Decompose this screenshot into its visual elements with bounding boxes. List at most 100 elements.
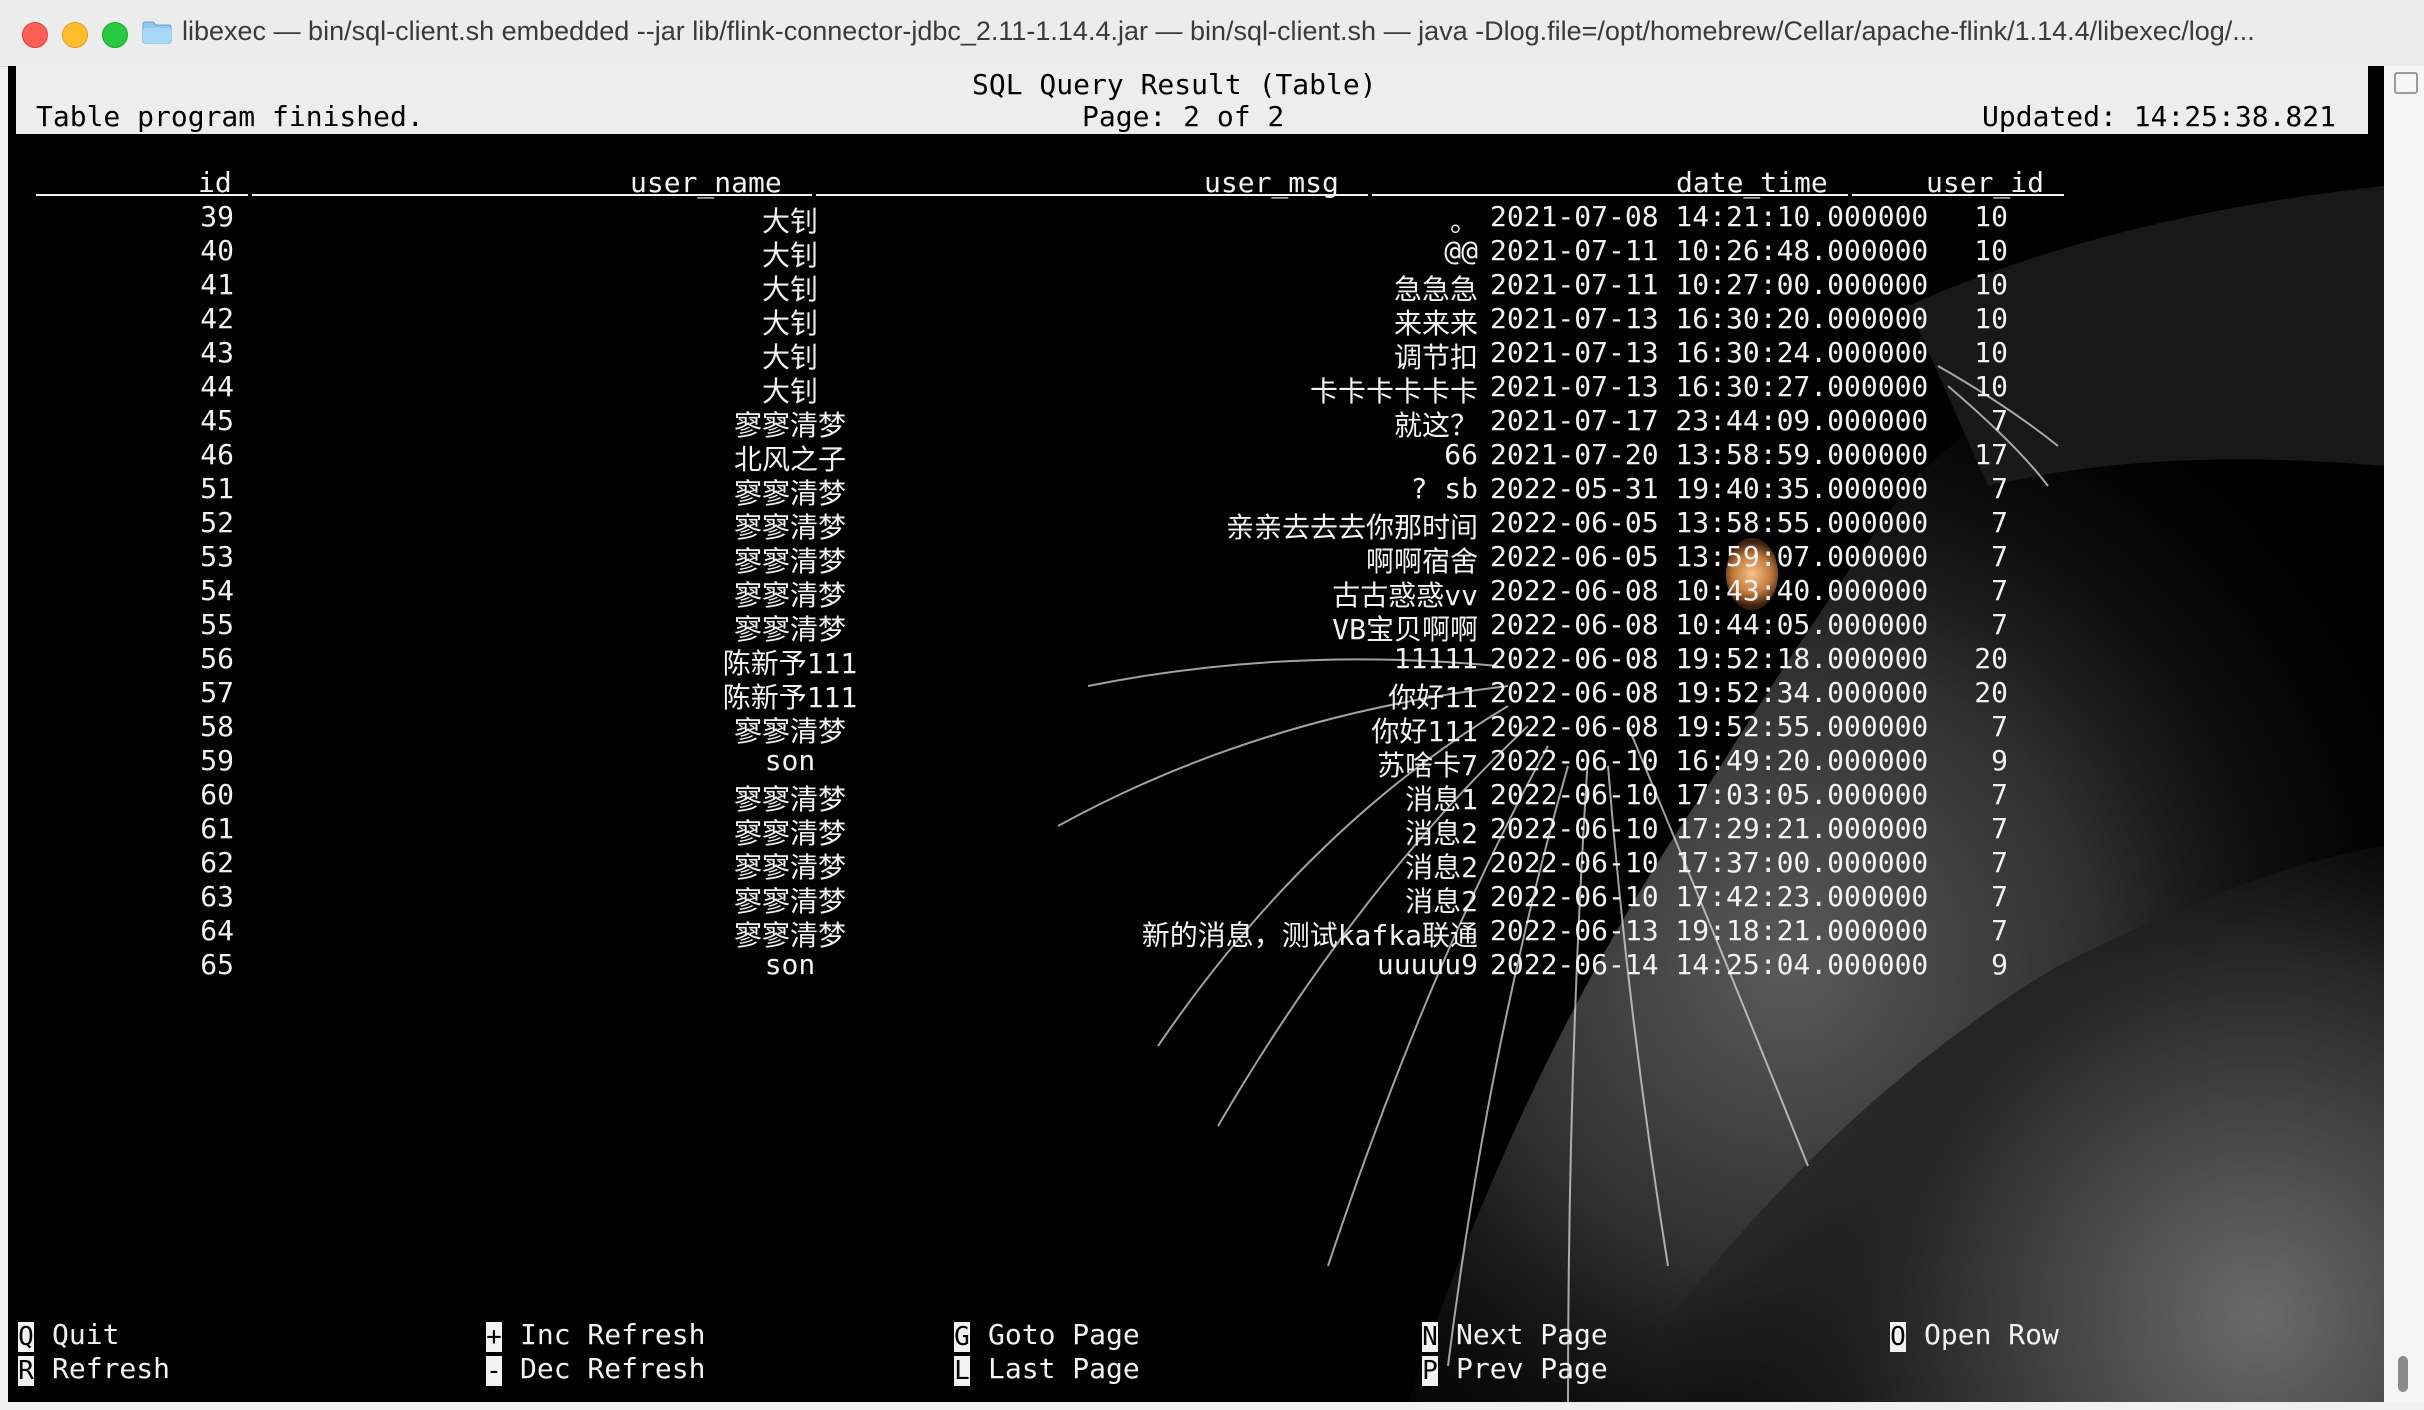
cell-user-id: 17	[1974, 438, 2008, 471]
open-row-label[interactable]: Open Row	[1924, 1318, 2059, 1351]
cell-date-time: 2021-07-20 13:58:59.000000	[1490, 438, 1929, 471]
cell-id: 56	[200, 642, 234, 675]
table-row[interactable]: 54 寥寥清梦 古古惑惑vv 2022-06-08 10:43:40.000000 7	[8, 574, 2384, 612]
last-page-label[interactable]: Last Page	[988, 1352, 1140, 1385]
table-row[interactable]: 63 寥寥清梦 消息2 2022-06-10 17:42:23.000000 7	[8, 880, 2384, 918]
table-row[interactable]: 65 son uuuuu9 2022-06-14 14:25:04.000000 9	[8, 948, 2384, 982]
cell-user-id: 10	[1974, 370, 2008, 403]
title-bar[interactable]: libexec — bin/sql-client.sh embedded --j…	[0, 0, 2424, 67]
cell-id: 65	[200, 948, 234, 981]
goto-page-key[interactable]: G	[954, 1322, 970, 1352]
cell-user-id: 9	[1991, 744, 2008, 777]
cell-id: 64	[200, 914, 234, 947]
inc-refresh-label[interactable]: Inc Refresh	[520, 1318, 705, 1351]
close-icon[interactable]	[22, 22, 48, 48]
table-row[interactable]: 39 大钊。 2021-07-08 14:21:10.000000 10	[8, 200, 2384, 238]
result-title: SQL Query Result (Table)	[972, 68, 1377, 101]
cell-user-id: 7	[1991, 404, 2008, 437]
prev-page-label[interactable]: Prev Page	[1456, 1352, 1608, 1385]
cell-id: 40	[200, 234, 234, 267]
table-row[interactable]: 64 寥寥清梦 新的消息，测试kafka联通 2022-06-13 19:18:21.…	[8, 914, 2384, 952]
zoom-icon[interactable]	[102, 22, 128, 48]
column-header-user-id[interactable]: user_id	[1926, 166, 2044, 199]
cell-date-time: 2022-06-08 10:44:05.000000	[1490, 608, 1929, 641]
cell-user-id: 20	[1974, 642, 2008, 675]
table-row[interactable]: 58 寥寥清梦 你好111 2022-06-08 19:52:55.000000 7	[8, 710, 2384, 748]
table-row[interactable]: 62 寥寥清梦 消息2 2022-06-10 17:37:00.000000 7	[8, 846, 2384, 884]
cell-user-name: son	[764, 744, 816, 777]
cell-id: 60	[200, 778, 234, 811]
table-row[interactable]: 44 大钊 卡卡卡卡卡卡 2021-07-13 16:30:27.000000 10	[8, 370, 2384, 408]
cell-user-id: 7	[1991, 608, 2008, 641]
refresh-label[interactable]: Refresh	[52, 1352, 170, 1385]
cell-id: 59	[200, 744, 234, 777]
scroll-marker-icon[interactable]	[2394, 72, 2418, 94]
cell-id: 61	[200, 812, 234, 845]
column-header-id[interactable]: id	[198, 166, 232, 199]
table-row[interactable]: 42 大钊 来来来 2021-07-13 16:30:20.000000 10	[8, 302, 2384, 340]
cell-id: 43	[200, 336, 234, 369]
terminal-area[interactable]: SQL Query Result (Table) Table program f…	[8, 66, 2384, 1402]
cell-id: 54	[200, 574, 234, 607]
page-indicator: Page: 2 of 2	[1082, 100, 1285, 133]
table-row[interactable]: 59 son 苏啥卡7 2022-06-10 16:49:20.000000 9	[8, 744, 2384, 782]
table-row[interactable]: 52 寥寥清梦 亲亲去去去你那时间 2022-06-05 13:58:55.00000…	[8, 506, 2384, 544]
cell-id: 63	[200, 880, 234, 913]
minimize-icon[interactable]	[62, 22, 88, 48]
next-page-key[interactable]: N	[1422, 1322, 1438, 1352]
table-row[interactable]: 40 大钊 @@ 2021-07-11 10:26:48.000000 10	[8, 234, 2384, 272]
table-row[interactable]: 51 寥寥清梦? sb 2022-05-31 19:40:35.000000 7	[8, 472, 2384, 510]
next-page-label[interactable]: Next Page	[1456, 1318, 1608, 1351]
cell-user-msg: 66	[1444, 438, 1478, 471]
cell-id: 55	[200, 608, 234, 641]
cell-date-time: 2022-06-10 17:03:05.000000	[1490, 778, 1929, 811]
cell-id: 44	[200, 370, 234, 403]
table-row[interactable]: 57 陈新予111 你好11 2022-06-08 19:52:34.000000 20	[8, 676, 2384, 714]
cell-id: 39	[200, 200, 234, 233]
table-row[interactable]: 45 寥寥清梦 就这？ 2021-07-17 23:44:09.000000 7	[8, 404, 2384, 442]
column-header-user-name[interactable]: user_name	[630, 166, 782, 199]
table-row[interactable]: 56 陈新予111 11111 2022-06-08 19:52:18.000000 2…	[8, 642, 2384, 680]
table-row[interactable]: 43 大钊 调节扣 2021-07-13 16:30:24.000000 10	[8, 336, 2384, 374]
quit-label[interactable]: Quit	[52, 1318, 119, 1351]
open-row-key[interactable]: O	[1890, 1322, 1906, 1352]
table-row[interactable]: 61 寥寥清梦 消息2 2022-06-10 17:29:21.000000 7	[8, 812, 2384, 850]
refresh-key[interactable]: R	[18, 1356, 34, 1386]
cell-user-msg: uuuuu9	[1376, 948, 1478, 981]
cell-user-id: 10	[1974, 234, 2008, 267]
column-header-date-time[interactable]: date_time	[1676, 166, 1828, 199]
vertical-scrollbar[interactable]	[2384, 66, 2424, 1402]
table-row[interactable]: 60 寥寥清梦 消息1 2022-06-10 17:03:05.000000 7	[8, 778, 2384, 816]
column-header-user-msg[interactable]: user_msg	[1204, 166, 1339, 199]
table-row[interactable]: 46 北风之子 66 2021-07-20 13:58:59.000000 17	[8, 438, 2384, 476]
folder-icon	[142, 21, 172, 44]
cell-user-id: 10	[1974, 268, 2008, 301]
cell-date-time: 2022-06-10 17:37:00.000000	[1490, 846, 1929, 879]
table-row[interactable]: 55 寥寥清梦 VB宝贝啊啊 2022-06-08 10:44:05.000000 7	[8, 608, 2384, 646]
goto-page-label[interactable]: Goto Page	[988, 1318, 1140, 1351]
cell-date-time: 2022-06-13 19:18:21.000000	[1490, 914, 1929, 947]
cell-date-time: 2022-06-10 17:42:23.000000	[1490, 880, 1929, 913]
cell-user-id: 7	[1991, 540, 2008, 573]
cell-id: 41	[200, 268, 234, 301]
last-page-key[interactable]: L	[954, 1356, 970, 1386]
cell-user-id: 7	[1991, 710, 2008, 743]
cell-date-time: 2022-06-08 19:52:18.000000	[1490, 642, 1929, 675]
cell-user-id: 7	[1991, 846, 2008, 879]
cell-id: 57	[200, 676, 234, 709]
cell-user-msg: @@	[1444, 234, 1478, 267]
quit-key[interactable]: Q	[18, 1322, 34, 1352]
window-title: libexec — bin/sql-client.sh embedded --j…	[182, 16, 2255, 46]
cell-date-time: 2022-06-08 10:43:40.000000	[1490, 574, 1929, 607]
cell-date-time: 2021-07-11 10:26:48.000000	[1490, 234, 1929, 267]
cell-id: 58	[200, 710, 234, 743]
cell-date-time: 2021-07-08 14:21:10.000000	[1490, 200, 1929, 233]
dec-refresh-label[interactable]: Dec Refresh	[520, 1352, 705, 1385]
inc-refresh-key[interactable]: +	[486, 1322, 502, 1352]
cell-user-id: 20	[1974, 676, 2008, 709]
table-row[interactable]: 41 大钊 急急急 2021-07-11 10:27:00.000000 10	[8, 268, 2384, 306]
table-row[interactable]: 53 寥寥清梦 啊啊宿舍 2022-06-05 13:59:07.000000 7	[8, 540, 2384, 578]
scroll-thumb[interactable]	[2398, 1356, 2408, 1392]
dec-refresh-key[interactable]: -	[486, 1356, 502, 1386]
prev-page-key[interactable]: P	[1422, 1356, 1438, 1386]
